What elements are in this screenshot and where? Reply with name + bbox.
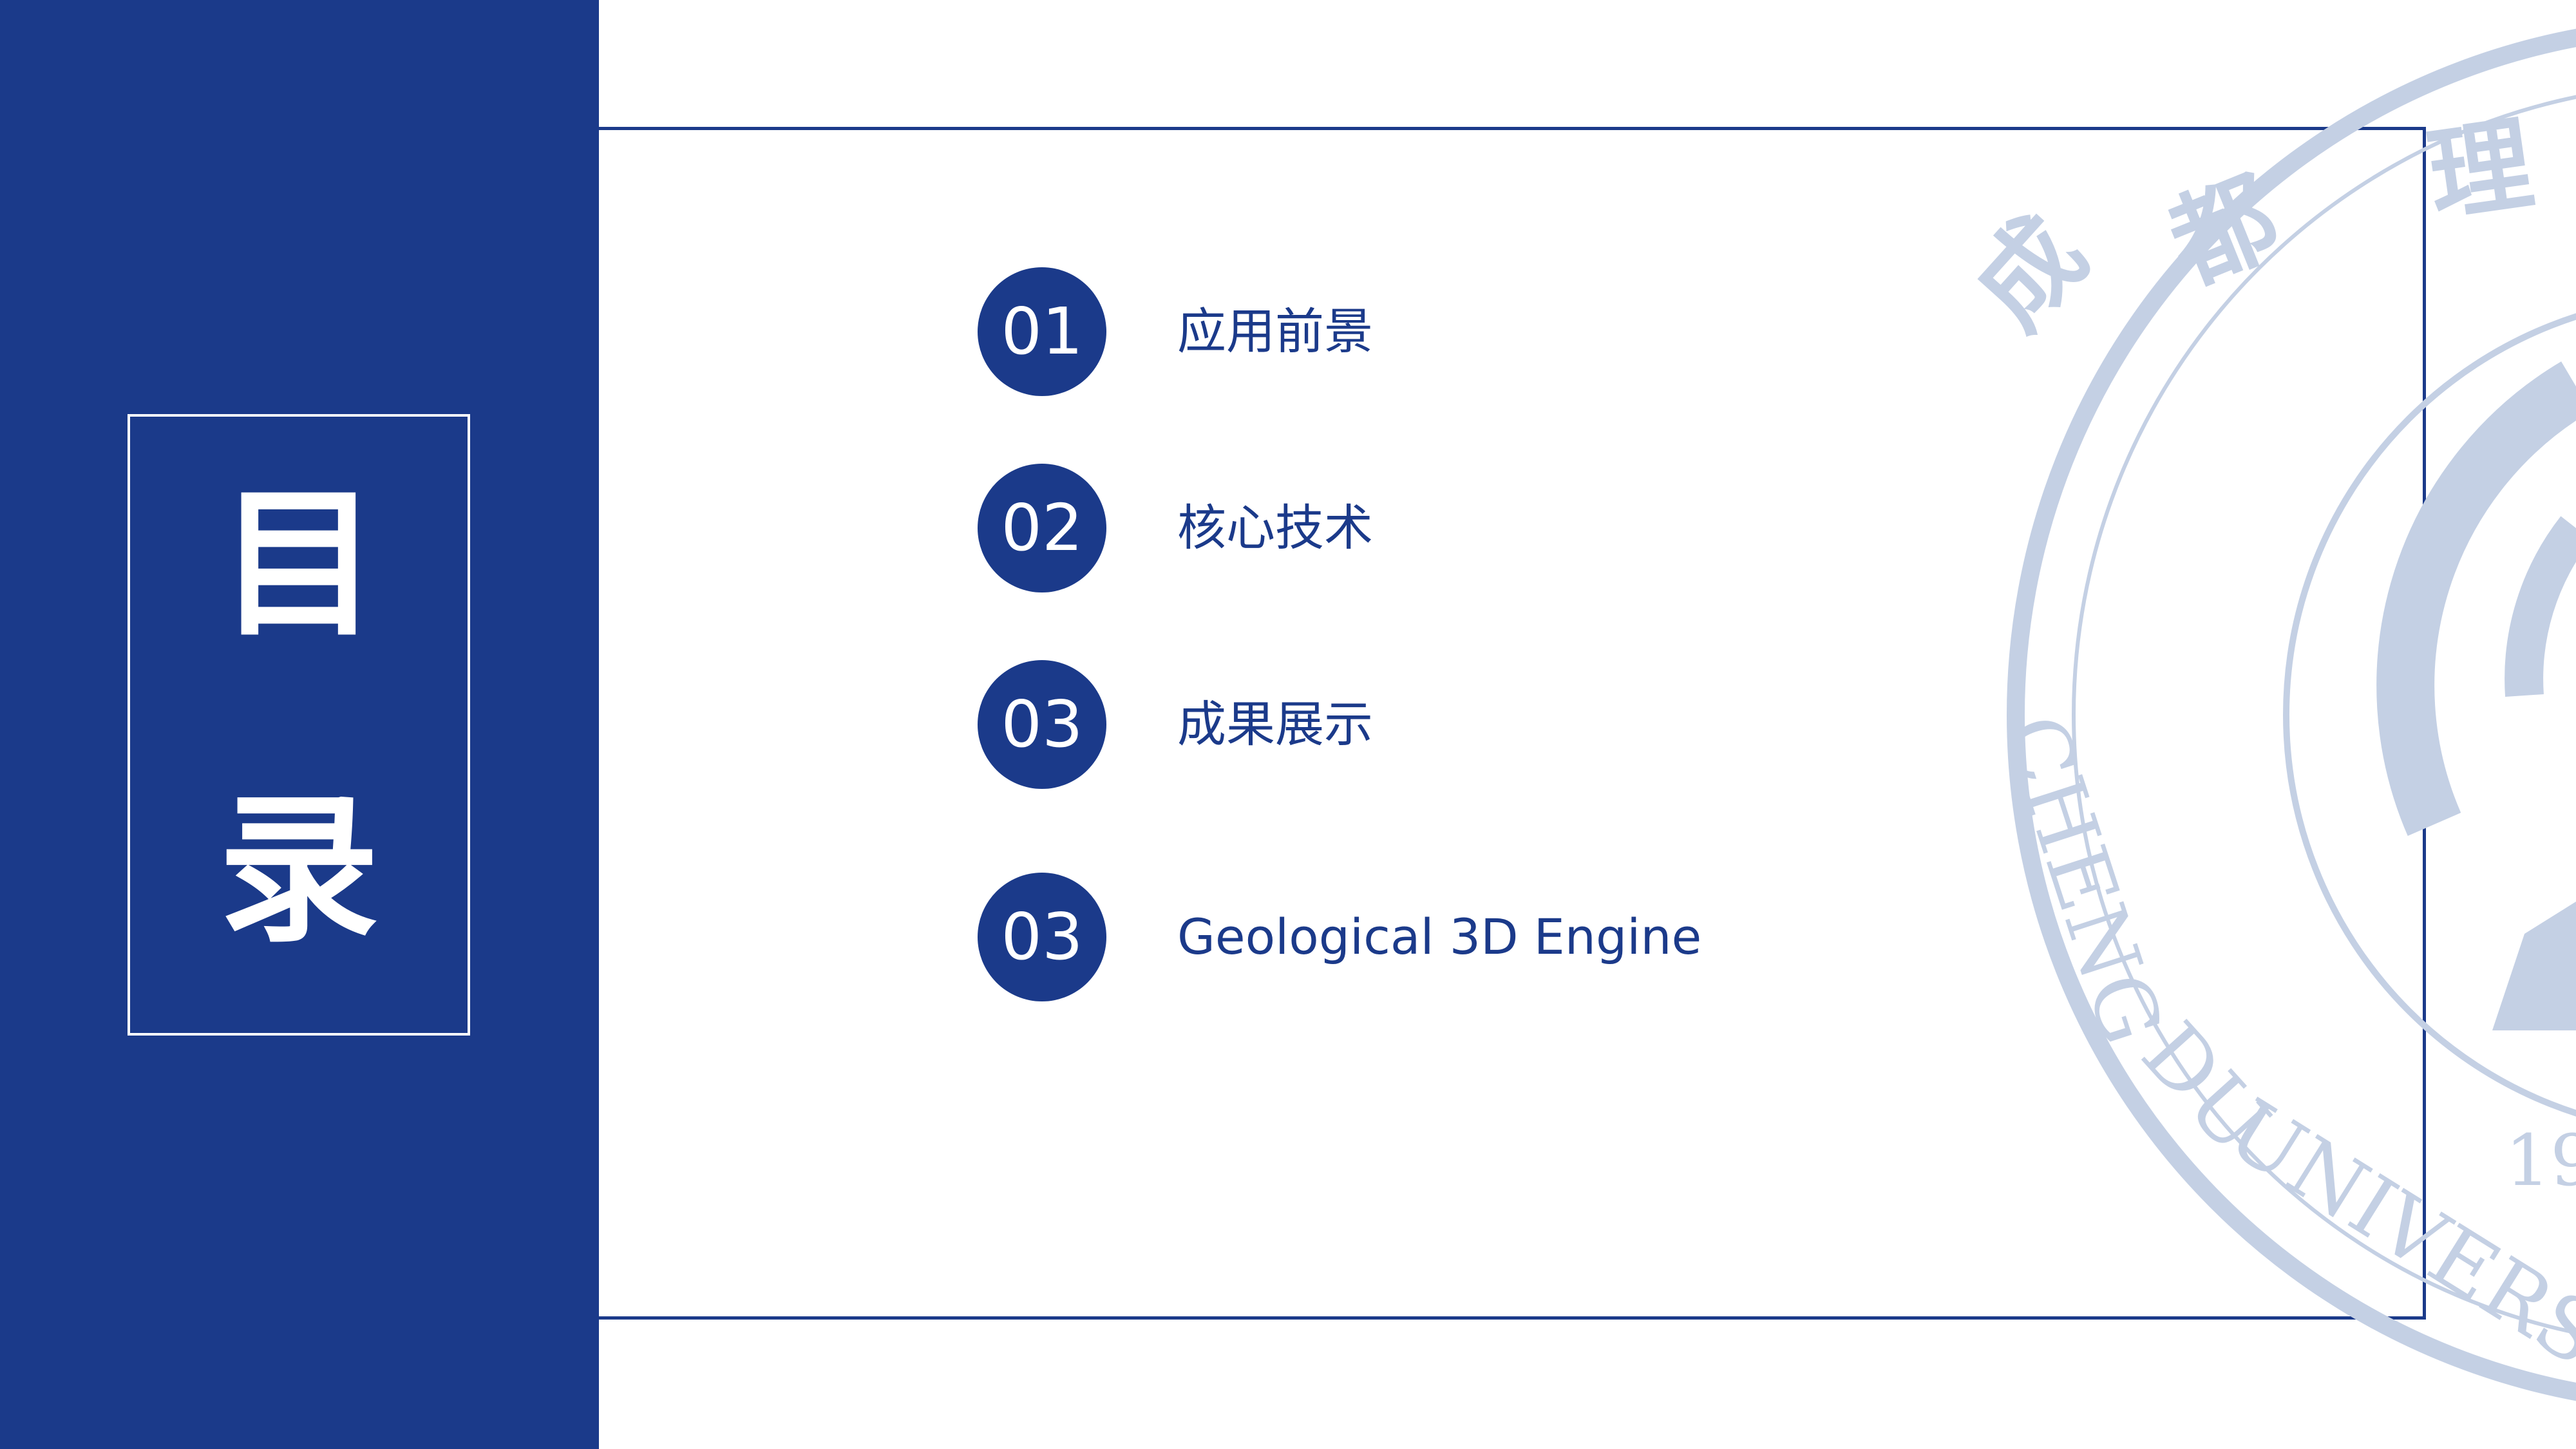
toc-label: 应用前景 (1177, 303, 1373, 360)
toc-item-3[interactable]: 03 成果展示 (978, 660, 1944, 789)
toc-number-badge: 03 (978, 660, 1106, 789)
seal-swoosh-1 (2376, 361, 2576, 836)
title-char-1: 目 (218, 471, 379, 658)
toc-number-badge: 02 (978, 464, 1106, 592)
toc-item-4[interactable]: 03 Geological 3D Engine (978, 873, 1944, 1001)
title-char-2: 录 (218, 777, 379, 964)
seal-year-text: 19 (2505, 1119, 2576, 1202)
toc-label: Geological 3D Engine (1177, 908, 1702, 965)
left-sidebar-panel: 目 录 (0, 0, 599, 1449)
seal-emblem-shape (2492, 902, 2576, 1030)
toc-number-badge: 01 (978, 267, 1106, 396)
seal-swoosh-2 (2505, 516, 2576, 697)
title-box: 目 录 (128, 414, 470, 1036)
toc-number-badge: 03 (978, 873, 1106, 1001)
toc-label: 核心技术 (1177, 499, 1373, 556)
seal-top-text-char-3: 理 (2421, 102, 2540, 236)
toc-label: 成果展示 (1177, 696, 1373, 753)
toc-item-1[interactable]: 01 应用前景 (978, 267, 1944, 396)
toc-item-2[interactable]: 02 核心技术 (978, 464, 1944, 592)
